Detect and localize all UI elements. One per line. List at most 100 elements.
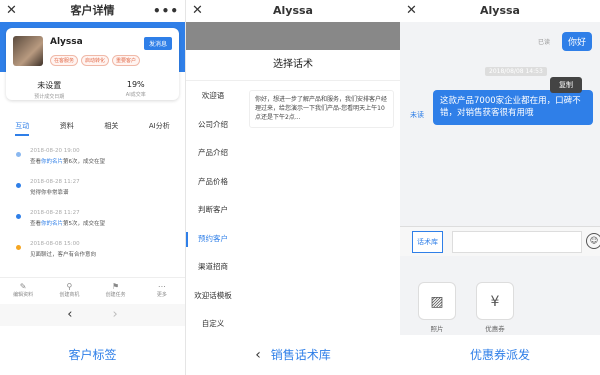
overlay-backdrop <box>186 22 400 50</box>
category-item[interactable]: 产品价格 <box>186 168 240 197</box>
script-sheet: 选择话术 欢迎语 公司介绍 产品介绍 产品价格 判断客户 预约客户 渠道招商 欢迎话模板 自定义… <box>186 50 400 340</box>
event-time: 2018-08-28 11:27 <box>30 179 80 185</box>
flag-icon: ⚑ <box>112 282 120 291</box>
script-library-panel: ✕ Alyssa 选择话术 欢迎语 公司介绍 产品介绍 产品价格 判断客户 预约客户 渠道招… <box>186 0 400 375</box>
category-item[interactable]: 公司介绍 <box>186 111 240 140</box>
toolbar-label: 创建任务 <box>105 292 126 298</box>
close-icon[interactable]: ✕ <box>406 0 417 22</box>
timeline-event: 2018-08-20 19:00 查看你的名片第6次，成交在望 <box>0 148 185 179</box>
timeline-event: 2018-08-08 15:00 见面聊过，客户有合作意向 <box>0 241 185 272</box>
create-task-button[interactable]: ⚑ 创建任务 <box>93 282 139 298</box>
stat-label: 预计成交日期 <box>34 94 65 100</box>
page-title: 客户详情 <box>70 4 115 17</box>
event-time: 2018-08-20 19:00 <box>30 148 80 154</box>
caption: 销售话术库 <box>270 348 331 362</box>
tab-profile[interactable]: 资料 <box>60 121 74 136</box>
event-text: 查看你的名片第5次，成交在望 <box>30 219 185 227</box>
message-input[interactable] <box>452 231 582 253</box>
event-text-post: 第6次，成交在望 <box>63 159 106 165</box>
date-badge: 2018/08/08 14:53 <box>485 67 547 76</box>
pencil-icon: ✎ <box>19 282 27 291</box>
create-opportunity-button[interactable]: ⚲ 创建商机 <box>46 282 92 298</box>
tab-ai-analysis[interactable]: AI分析 <box>149 121 170 136</box>
title-bar: ✕ Alyssa <box>400 0 600 22</box>
chat-title: Alyssa <box>273 4 313 17</box>
chat-title: Alyssa <box>480 4 520 17</box>
ellipsis-icon: ⋯ <box>157 282 166 291</box>
tab-interaction[interactable]: 互动 <box>15 121 30 136</box>
category-item[interactable]: 判断客户 <box>186 196 240 225</box>
timeline-dot <box>16 152 21 157</box>
message-bubble[interactable]: 你好 <box>561 32 592 51</box>
card-link[interactable]: 你的名片 <box>41 159 63 165</box>
tool-label: 照片 <box>430 325 444 333</box>
location-pin-icon: ⚲ <box>66 282 73 291</box>
prev-icon[interactable]: ‹ <box>67 304 72 326</box>
toolbar-label: 更多 <box>156 292 167 298</box>
timeline-event: 2018-08-28 11:27 查看你的名片第5次，成交在望 <box>0 210 185 241</box>
message-bubble[interactable]: 这款产品7000家企业都在用，口碑不错，对销售获客很有用哦 <box>433 90 593 125</box>
timeline-dot <box>16 183 21 188</box>
timeline-dot <box>16 214 21 219</box>
toolbar-label: 创建商机 <box>59 292 80 298</box>
tag: 重要客户 <box>112 55 141 66</box>
customer-detail-panel: ✕ 客户详情 ••• Alyssa 发消息 在客服务 启动转化 重要客户 未设置… <box>0 0 185 375</box>
close-icon[interactable]: ✕ <box>192 0 203 22</box>
tool-grid: ▨ 照片 ¥ 优惠券 <box>418 282 514 333</box>
emoji-icon[interactable]: ☺ <box>586 233 600 249</box>
next-icon[interactable]: › <box>113 304 118 326</box>
coupon-button[interactable]: ¥ 优惠券 <box>476 282 514 333</box>
script-item[interactable]: 你好，想进一步了解产品和服务，我们安排客户经理过来，给您演示一下我们产品-您看明… <box>249 90 394 128</box>
script-library-button[interactable]: 话术库 <box>412 231 443 253</box>
timeline-event: 2018-08-28 11:27 觉得你非常靠谱 <box>0 179 185 210</box>
event-text-post: 第5次，成交在望 <box>63 221 106 227</box>
event-time: 2018-08-28 11:27 <box>30 210 80 216</box>
event-text-pre: 查看 <box>30 221 42 227</box>
tag: 启动转化 <box>81 55 110 66</box>
caption: 客户标签 <box>0 335 185 375</box>
category-list: 欢迎语 公司介绍 产品介绍 产品价格 判断客户 预约客户 渠道招商 欢迎话模板 自定义 <box>186 82 240 339</box>
category-item[interactable]: 产品介绍 <box>186 139 240 168</box>
category-item[interactable]: 预约客户 <box>186 225 240 254</box>
event-text-pre: 查看 <box>30 159 42 165</box>
back-arrow-icon[interactable]: ‹ <box>255 335 261 375</box>
edit-profile-button[interactable]: ✎ 编辑资料 <box>0 282 46 298</box>
tool-label: 优惠券 <box>485 325 505 333</box>
title-bar: ✕ Alyssa <box>186 0 400 22</box>
tag: 在客服务 <box>50 55 79 66</box>
event-text-post: 觉得你非常靠谱 <box>30 190 69 196</box>
customer-name: Alyssa <box>50 37 83 47</box>
card-link[interactable]: 你的名片 <box>41 221 63 227</box>
tab-related[interactable]: 相关 <box>104 121 118 136</box>
read-status: 已读 <box>537 39 550 46</box>
copy-menu-item[interactable]: 复制 <box>550 77 582 93</box>
stats-row: 未设置 预计成交日期 19% AI成交率 <box>6 80 179 100</box>
stat-value: 未设置 <box>37 81 62 90</box>
caption-bar: ‹ 销售话术库 <box>186 335 400 375</box>
category-item[interactable]: 欢迎话模板 <box>186 282 240 311</box>
chat-panel: ✕ Alyssa 已读 你好 2018/08/08 14:53 复制 未读 这款… <box>400 0 600 375</box>
photo-icon: ▨ <box>418 282 456 320</box>
stat-deal-date: 未设置 预计成交日期 <box>6 80 93 100</box>
close-icon[interactable]: ✕ <box>6 0 17 22</box>
timeline-dot <box>16 245 21 250</box>
event-text: 见面聊过，客户有合作意向 <box>30 250 185 258</box>
category-item[interactable]: 欢迎语 <box>186 82 240 111</box>
photo-button[interactable]: ▨ 照片 <box>418 282 456 333</box>
send-message-button[interactable]: 发消息 <box>143 37 172 50</box>
tab-bar: 互动 资料 相关 AI分析 <box>0 121 185 136</box>
stat-label: AI成交率 <box>125 92 146 98</box>
category-item[interactable]: 渠道招商 <box>186 253 240 282</box>
toolbar-label: 编辑资料 <box>13 292 34 298</box>
stat-value: 19% <box>126 80 145 89</box>
more-button[interactable]: ⋯ 更多 <box>139 282 185 298</box>
timeline: 2018-08-20 19:00 查看你的名片第6次，成交在望 2018-08-… <box>0 148 185 272</box>
unread-status: 未读 <box>410 111 424 119</box>
title-bar: ✕ 客户详情 ••• <box>0 0 185 22</box>
page-nav: ‹ › <box>0 304 185 326</box>
event-text-post: 见面聊过，客户有合作意向 <box>30 252 97 258</box>
event-text: 查看你的名片第6次，成交在望 <box>30 157 185 165</box>
event-text: 觉得你非常靠谱 <box>30 188 185 196</box>
more-icon[interactable]: ••• <box>153 0 179 22</box>
event-time: 2018-08-08 15:00 <box>30 241 80 247</box>
